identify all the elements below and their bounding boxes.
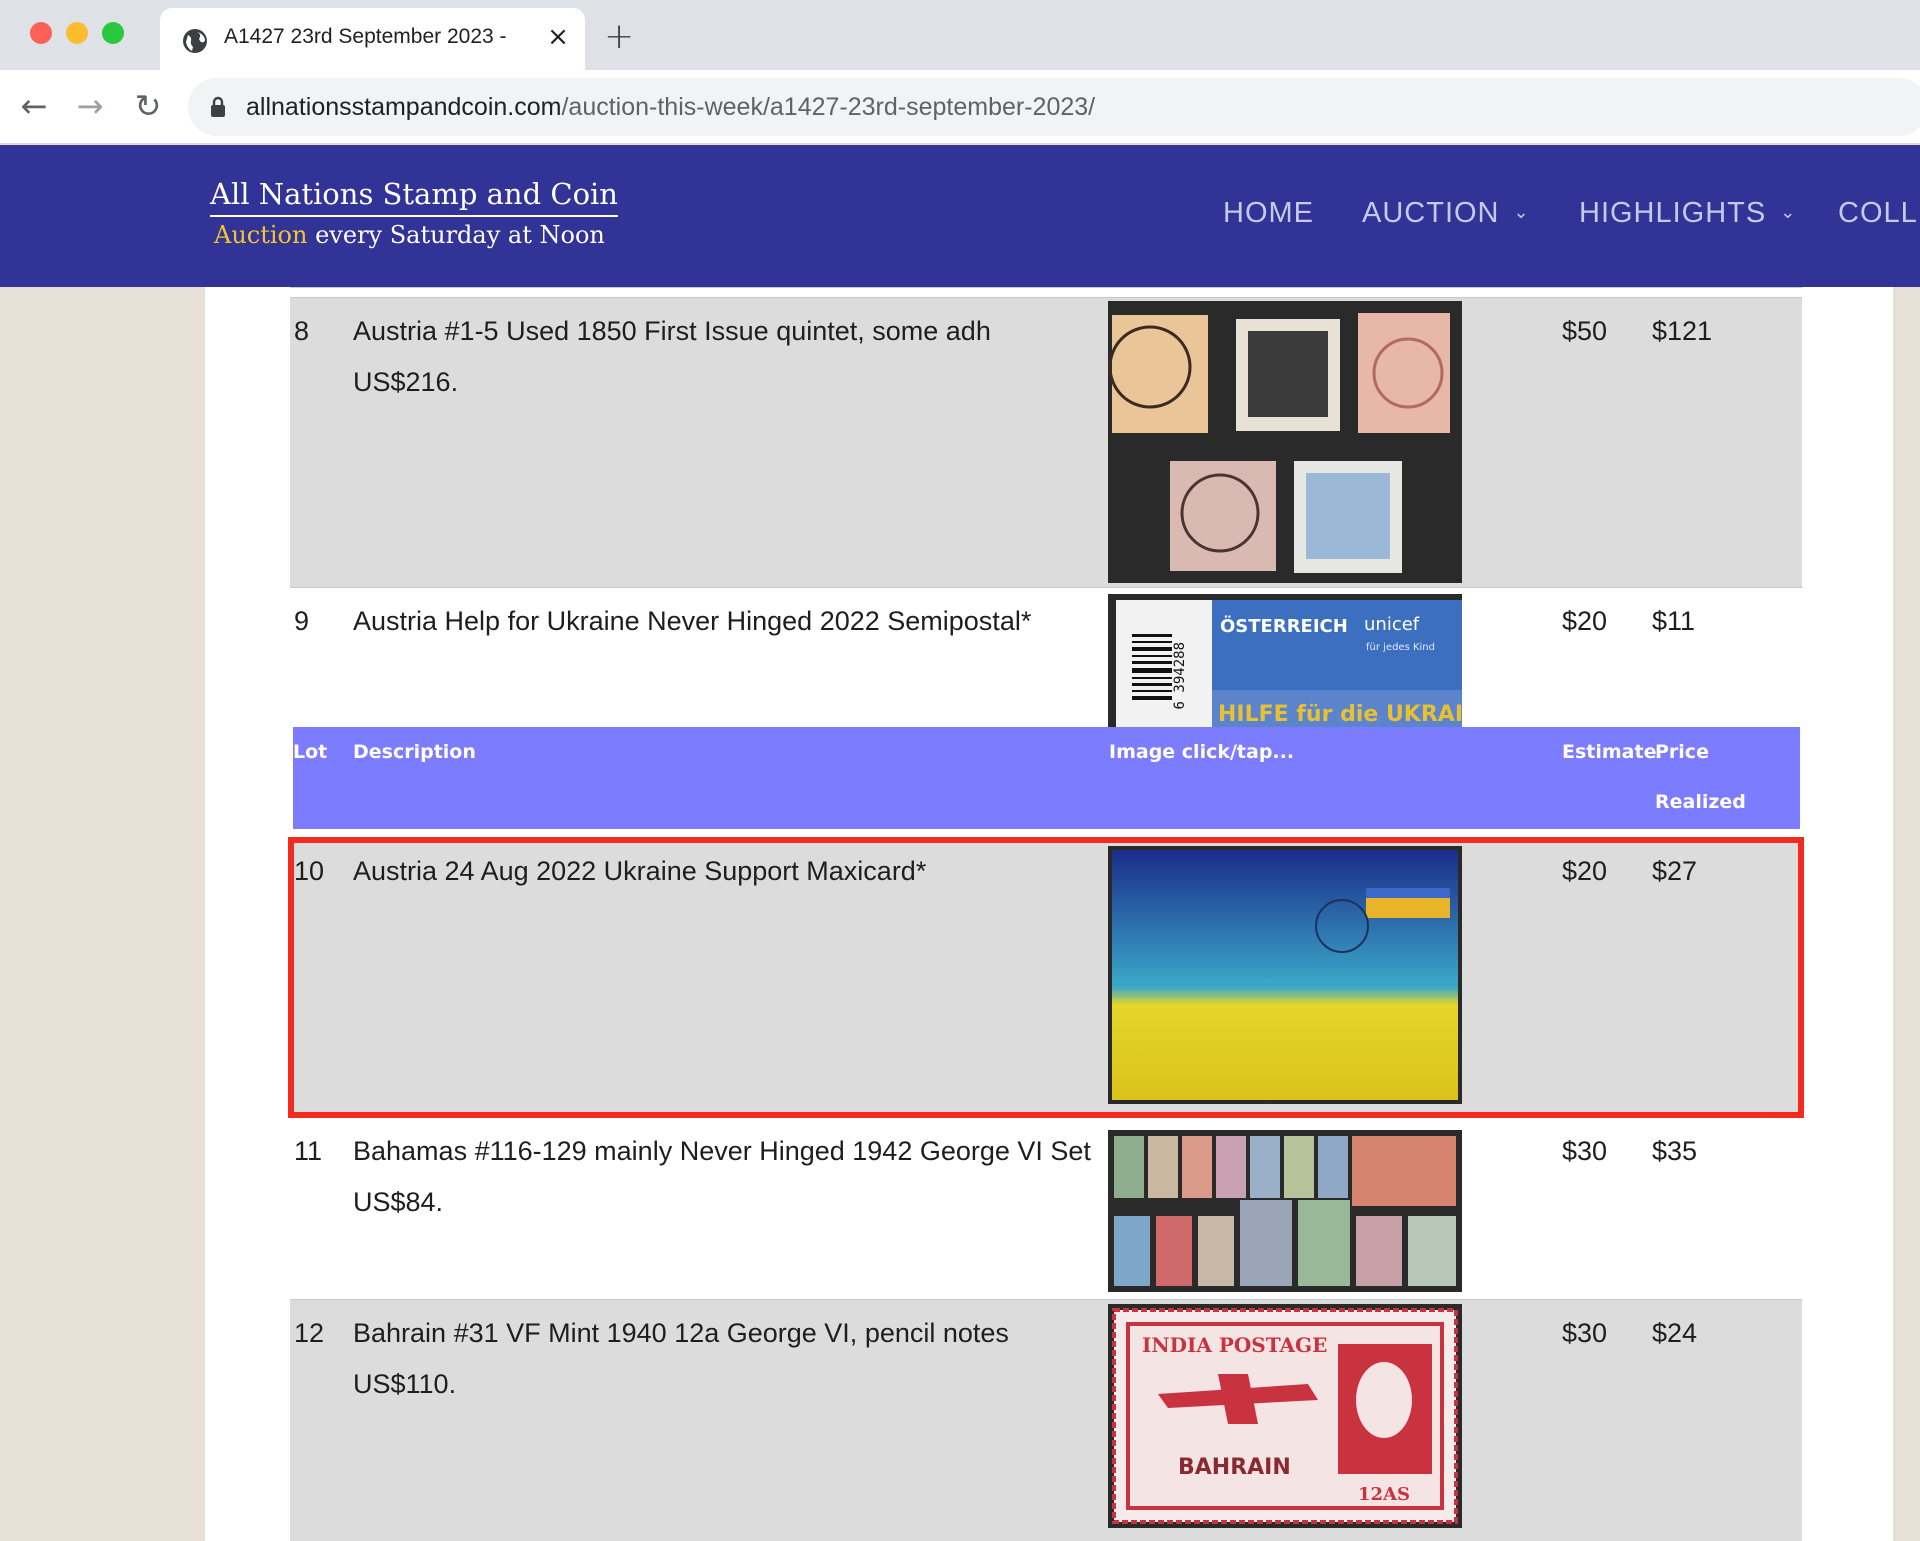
nav-collections[interactable]: COLLE	[1838, 197, 1920, 230]
site-header: All Nations Stamp and Coin Auction every…	[0, 145, 1920, 287]
reload-icon[interactable]: ↻	[130, 88, 166, 124]
lot-number: 12	[294, 1318, 325, 1348]
lock-icon	[211, 96, 225, 117]
address-bar[interactable]: allnationsstampandcoin.com/auction-this-…	[188, 78, 1920, 136]
unicef-subtext: für jedes Kind	[1366, 642, 1435, 653]
table-row-edge	[290, 287, 1802, 297]
stamp-slogan-text: HILFE für die UKRAINE	[1218, 702, 1462, 727]
table-row: 9 Austria Help for Ukraine Never Hinged …	[290, 587, 1802, 728]
lot-image[interactable]: 6 394288 ÖSTERREICH unicef für jedes Kin…	[1108, 594, 1462, 728]
globe-icon	[183, 29, 207, 53]
stamp-country-text: ÖSTERREICH	[1220, 615, 1348, 637]
header-price[interactable]: Price	[1655, 741, 1709, 763]
stamp-heading-text: INDIA POSTAGE	[1142, 1333, 1327, 1357]
lot-description[interactable]: Austria #1-5 Used 1850 First Issue quint…	[353, 306, 1113, 408]
lot-image[interactable]	[1108, 301, 1462, 583]
tab-title: A1427 23rd September 2023 -	[224, 25, 507, 48]
lot-number: 8	[294, 316, 310, 346]
nav-home[interactable]: HOME	[1223, 197, 1314, 230]
close-tab-icon[interactable]: ×	[542, 22, 574, 52]
lot-number: 11	[294, 1136, 323, 1166]
lot-estimate: $30	[1562, 1318, 1608, 1348]
table-row: 11 Bahamas #116-129 mainly Never Hinged …	[290, 1117, 1802, 1299]
maximize-window-button[interactable]	[102, 22, 124, 44]
new-tab-button[interactable]: +	[604, 16, 634, 57]
browser-tab-bar: A1427 23rd September 2023 - × +	[0, 0, 1920, 70]
lot-description[interactable]: Bahamas #116-129 mainly Never Hinged 194…	[353, 1126, 1113, 1228]
header-description[interactable]: Description	[353, 741, 476, 763]
nav-auction[interactable]: AUCTION ⌄	[1362, 197, 1530, 230]
stamp-overprint-text: BAHRAIN	[1178, 1455, 1291, 1480]
ukraine-semipostal-image: 6 394288 ÖSTERREICH unicef für jedes Kin…	[1108, 594, 1462, 728]
browser-tab-active[interactable]: A1427 23rd September 2023 - ×	[160, 8, 585, 70]
lot-description[interactable]: Bahrain #31 VF Mint 1940 12a George VI, …	[353, 1308, 1113, 1410]
lot-estimate: $30	[1562, 1136, 1608, 1166]
barcode-number: 6 394288	[1172, 642, 1188, 709]
table-row: 8 Austria #1-5 Used 1850 First Issue qui…	[290, 297, 1802, 587]
site-tagline: Auction every Saturday at Noon	[214, 221, 605, 249]
forward-arrow-icon[interactable]: →	[72, 88, 108, 124]
url-text: allnationsstampandcoin.com/auction-this-…	[246, 93, 1096, 121]
lot-price-realized: $121	[1652, 316, 1713, 346]
lot-image[interactable]: INDIA POSTAGE BAHRAIN 12AS	[1108, 1304, 1462, 1528]
lot-estimate: $50	[1562, 316, 1608, 346]
nav-highlights[interactable]: HIGHLIGHTS ⌄	[1579, 197, 1796, 230]
lot-price-realized: $11	[1652, 606, 1696, 636]
unicef-text: unicef	[1364, 614, 1420, 635]
lot-image[interactable]	[1108, 1130, 1462, 1292]
lot-estimate: $20	[1562, 606, 1608, 636]
browser-toolbar: ← → ↻ allnationsstampandcoin.com/auction…	[0, 70, 1920, 144]
header-image[interactable]: Image click/tap...	[1109, 741, 1294, 763]
lot-description[interactable]: Austria Help for Ukraine Never Hinged 20…	[353, 596, 1113, 647]
chevron-down-icon: ⌄	[1780, 202, 1797, 222]
lot-price-realized: $35	[1652, 1136, 1698, 1166]
header-estimate[interactable]: Estimate	[1562, 741, 1656, 763]
austria-stamps-image	[1108, 301, 1462, 583]
stamp-value-text: 12AS	[1358, 1484, 1410, 1505]
header-realized[interactable]: Realized	[1655, 791, 1746, 813]
minimize-window-button[interactable]	[66, 22, 88, 44]
lot-number: 9	[294, 606, 310, 636]
highlight-annotation-box	[288, 837, 1804, 1118]
close-window-button[interactable]	[30, 22, 52, 44]
site-logo-title[interactable]: All Nations Stamp and Coin	[210, 177, 618, 217]
table-header: Lot Description Image click/tap... Estim…	[293, 727, 1800, 829]
page-margin	[1893, 287, 1920, 1541]
table-row: 12 Bahrain #31 VF Mint 1940 12a George V…	[290, 1299, 1802, 1541]
lot-price-realized: $24	[1652, 1318, 1698, 1348]
back-arrow-icon[interactable]: ←	[16, 88, 52, 124]
chevron-down-icon: ⌄	[1513, 202, 1530, 222]
bahrain-stamp-image: INDIA POSTAGE BAHRAIN 12AS	[1108, 1304, 1462, 1528]
header-lot[interactable]: Lot	[293, 741, 327, 763]
bahamas-stamps-image	[1108, 1130, 1462, 1292]
